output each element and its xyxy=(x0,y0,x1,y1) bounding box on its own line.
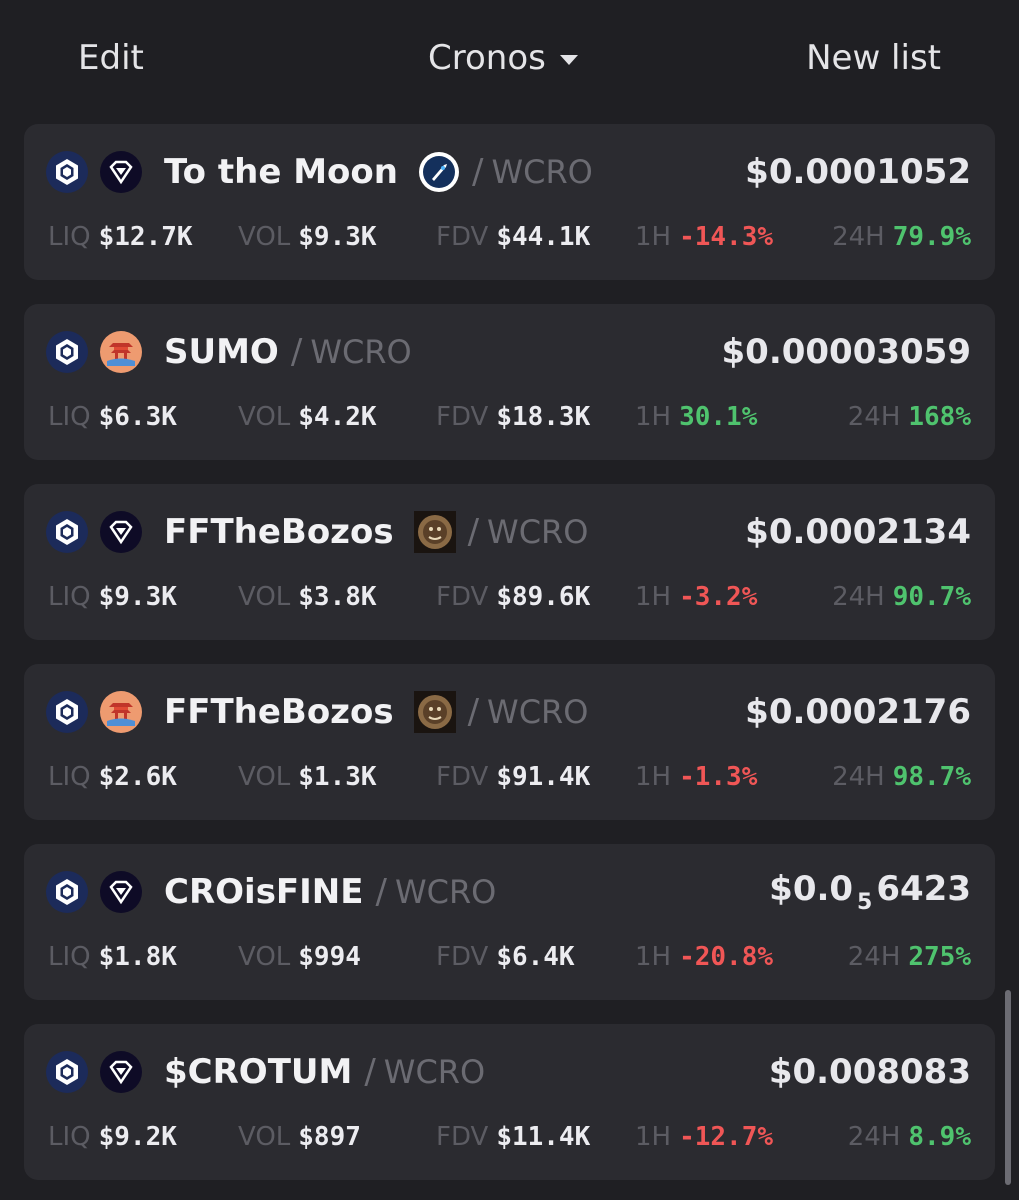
vvs-finance-icon xyxy=(100,871,142,913)
price: $0.0002134 xyxy=(745,512,971,552)
new-list-button[interactable]: New list xyxy=(806,34,941,82)
change-24h-stat: 24H 8.9% xyxy=(847,1122,971,1152)
pair-card[interactable]: CROisFINE / WCRO $0.0 5 6423 LIQ $1.8K VOL $… xyxy=(24,844,995,1000)
change-24h-stat: 24H 98.7% xyxy=(832,762,971,792)
liquidity-stat: LIQ $1.8K xyxy=(48,942,177,972)
price: $0.0001052 xyxy=(745,152,971,192)
price: $0.008083 xyxy=(768,1052,971,1092)
quote-token: WCRO xyxy=(310,333,412,371)
quote-token: WCRO xyxy=(394,873,497,911)
change-1h-stat: 1H -1.3% xyxy=(635,762,758,792)
liquidity-stat: LIQ $12.7K xyxy=(48,222,193,252)
temple-dex-icon xyxy=(100,331,142,373)
volume-stat: VOL $3.8K xyxy=(238,582,377,612)
cronos-icon xyxy=(46,871,88,913)
token-name[interactable]: FFTheBozos xyxy=(164,512,394,552)
change-24h-stat: 24H 90.7% xyxy=(832,582,971,612)
chain-selector[interactable]: Cronos xyxy=(428,34,578,82)
temple-dex-icon xyxy=(100,691,142,733)
cronos-icon xyxy=(46,151,88,193)
fdv-stat: FDV $6.4K xyxy=(436,942,575,972)
header: Edit Cronos New list xyxy=(0,0,1019,120)
change-1h-stat: 1H 30.1% xyxy=(635,402,758,432)
token-name[interactable]: SUMO xyxy=(164,332,279,372)
token-name[interactable]: $CROTUM xyxy=(164,1052,352,1092)
vvs-finance-icon xyxy=(100,1051,142,1093)
quote-token: WCRO xyxy=(383,1053,486,1091)
caret-down-icon xyxy=(559,55,578,65)
volume-stat: VOL $1.3K xyxy=(238,762,377,792)
liquidity-stat: LIQ $9.3K xyxy=(48,582,177,612)
rocket-token-icon xyxy=(418,151,460,193)
volume-stat: VOL $4.2K xyxy=(238,402,377,432)
pair-card[interactable]: FFTheBozos / WCRO $0.0002176 LIQ $2.6K VO… xyxy=(24,664,995,820)
pair-separator: / xyxy=(375,872,387,912)
price: $0.00003059 xyxy=(721,332,972,372)
edit-button[interactable]: Edit xyxy=(78,34,144,82)
volume-stat: VOL $994 xyxy=(238,942,361,972)
fdv-stat: FDV $18.3K xyxy=(436,402,591,432)
bozo-token-icon xyxy=(413,511,456,553)
vvs-finance-icon xyxy=(100,151,142,193)
pair-separator: / xyxy=(364,1052,376,1092)
pair-separator: / xyxy=(467,512,480,552)
vvs-finance-icon xyxy=(100,511,142,553)
quote-token: WCRO xyxy=(487,513,589,551)
scrollbar-thumb[interactable] xyxy=(1005,990,1011,1185)
liquidity-stat: LIQ $6.3K xyxy=(48,402,177,432)
fdv-stat: FDV $91.4K xyxy=(436,762,591,792)
fdv-stat: FDV $11.4K xyxy=(436,1122,591,1152)
change-24h-stat: 24H 168% xyxy=(847,402,971,432)
token-name[interactable]: To the Moon xyxy=(164,152,398,192)
quote-token: WCRO xyxy=(487,693,589,731)
fdv-stat: FDV $89.6K xyxy=(436,582,591,612)
chain-selector-label: Cronos xyxy=(428,38,546,78)
change-1h-stat: 1H -20.8% xyxy=(635,942,774,972)
pair-separator: / xyxy=(467,692,480,732)
liquidity-stat: LIQ $9.2K xyxy=(48,1122,177,1152)
change-1h-stat: 1H -14.3% xyxy=(635,222,774,252)
token-name[interactable]: FFTheBozos xyxy=(164,692,394,732)
cronos-icon xyxy=(46,691,88,733)
pair-separator: / xyxy=(290,332,303,372)
volume-stat: VOL $897 xyxy=(238,1122,361,1152)
liquidity-stat: LIQ $2.6K xyxy=(48,762,177,792)
pair-card[interactable]: To the Moon / WCRO $0.0001052 LIQ $12.7K … xyxy=(24,124,995,280)
quote-token: WCRO xyxy=(491,153,593,191)
pair-separator: / xyxy=(471,152,484,192)
price: $0.0002176 xyxy=(745,692,971,732)
bozo-token-icon xyxy=(413,691,456,733)
pair-card[interactable]: $CROTUM / WCRO $0.008083 LIQ $9.2K VOL $89… xyxy=(24,1024,995,1180)
cronos-icon xyxy=(46,331,88,373)
change-24h-stat: 24H 79.9% xyxy=(832,222,971,252)
change-1h-stat: 1H -12.7% xyxy=(635,1122,774,1152)
change-24h-stat: 24H 275% xyxy=(847,942,971,972)
price: $0.0 5 6423 xyxy=(769,869,971,915)
change-1h-stat: 1H -3.2% xyxy=(635,582,758,612)
cronos-icon xyxy=(46,1051,88,1093)
pair-card[interactable]: SUMO / WCRO $0.00003059 LIQ $6.3K VOL $4.2… xyxy=(24,304,995,460)
token-name[interactable]: CROisFINE xyxy=(164,872,363,912)
cronos-icon xyxy=(46,511,88,553)
pair-card[interactable]: FFTheBozos / WCRO $0.0002134 LIQ $9.3K VO… xyxy=(24,484,995,640)
fdv-stat: FDV $44.1K xyxy=(436,222,591,252)
volume-stat: VOL $9.3K xyxy=(238,222,377,252)
